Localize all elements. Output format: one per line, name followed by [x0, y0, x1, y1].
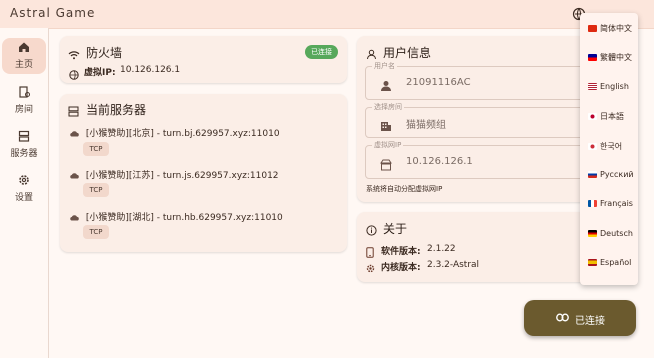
- servers-title: 当前服务器: [86, 103, 147, 117]
- room-icon: [2, 85, 46, 101]
- link-icon: [556, 313, 569, 325]
- language-menu: 简体中文 繁體中文 English 日本語 한국어 Русский França…: [580, 13, 638, 285]
- software-version-label: 软件版本:: [381, 247, 421, 257]
- username-field[interactable]: 用户名 21091116AC: [365, 61, 589, 100]
- flag-tw-icon: [588, 54, 597, 61]
- room-select[interactable]: 选择房间 猫猫频组: [365, 102, 589, 138]
- server-item: [小猴赞助][北京] - turn.bj.629957.xyz:11010: [69, 126, 280, 139]
- building-icon: [380, 117, 392, 131]
- server-name: [小猴赞助][北京] - turn.bj.629957.xyz:11010: [85, 129, 280, 139]
- about-title: 关于: [383, 222, 408, 236]
- virtual-ip-field-label: 虚拟网IP: [372, 140, 404, 150]
- room-label: 选择房间: [372, 102, 404, 112]
- lan-icon: [380, 156, 392, 171]
- sidebar-item-room[interactable]: 房间: [2, 83, 46, 119]
- username-label: 用户名: [372, 61, 397, 71]
- flag-us-icon: [588, 83, 597, 90]
- username-value: 21091116AC: [406, 77, 471, 88]
- sidebar-item-home[interactable]: 主页: [2, 38, 46, 74]
- person-icon: [380, 77, 392, 91]
- language-option-zh-tw[interactable]: 繁體中文: [588, 52, 632, 63]
- language-option-fr[interactable]: Français: [588, 199, 633, 208]
- cloud-icon: [70, 173, 79, 179]
- virtual-ip-label: 虚拟IP:: [84, 68, 116, 78]
- auto-ip-note: 系统将自动分配虚拟网IP: [366, 185, 443, 193]
- protocol-badge: TCP: [83, 142, 109, 156]
- language-option-zh-cn[interactable]: 简体中文: [588, 23, 632, 34]
- info-icon: [366, 221, 377, 240]
- cloud-icon: [70, 131, 79, 137]
- globe-icon: [69, 65, 79, 84]
- user-info-card: 用户信息 用户名 21091116AC 选择房间 猫猫频组 虚拟网IP 10.1…: [357, 36, 597, 202]
- protocol-badge: TCP: [83, 183, 109, 197]
- virtual-ip-field[interactable]: 虚拟网IP 10.126.126.1: [365, 140, 589, 179]
- status-badge: 已连接: [305, 45, 338, 59]
- server-icon: [68, 102, 79, 121]
- user-info-title: 用户信息: [383, 46, 432, 60]
- firewall-title: 防火墙: [86, 46, 123, 60]
- cloud-icon: [70, 215, 79, 221]
- sidebar-item-label: 设置: [14, 193, 33, 203]
- server-name: [小猴赞助][江苏] - turn.js.629957.xyz:11012: [85, 171, 279, 181]
- kernel-version-value: 2.3.2-Astral: [427, 260, 480, 270]
- wifi-icon: [68, 45, 80, 64]
- sidebar: 主页 房间 服务器 设置: [0, 28, 49, 358]
- flag-cn-icon: [588, 25, 597, 32]
- connect-button[interactable]: 已连接: [524, 300, 636, 336]
- virtual-ip-value: 10.126.126.1: [120, 65, 181, 75]
- flag-de-icon: [588, 230, 597, 237]
- virtual-ip-field-value: 10.126.126.1: [406, 156, 473, 167]
- firewall-card: 防火墙 已连接 虚拟IP: 10.126.126.1: [60, 36, 347, 83]
- flag-fr-icon: [588, 200, 597, 207]
- flag-kr-icon: [588, 143, 597, 150]
- servers-card: 当前服务器 [小猴赞助][北京] - turn.bj.629957.xyz:11…: [60, 94, 347, 252]
- server-item: [小猴赞助][湖北] - turn.hb.629957.xyz:11010: [69, 210, 283, 223]
- flag-ru-icon: [588, 171, 597, 178]
- app-title: Astral Game: [10, 6, 96, 20]
- sidebar-item-settings[interactable]: 设置: [2, 171, 46, 207]
- sidebar-item-label: 主页: [14, 60, 33, 70]
- flag-es-icon: [588, 259, 597, 266]
- connect-button-label: 已连接: [575, 316, 605, 327]
- server-name: [小猴赞助][湖北] - turn.hb.629957.xyz:11010: [85, 213, 283, 223]
- server-item: [小猴赞助][江苏] - turn.js.629957.xyz:11012: [69, 168, 279, 181]
- sidebar-item-label: 房间: [14, 105, 33, 115]
- about-card: 关于 软件版本: 2.1.22 内核版本: 2.3.2-Astral: [357, 212, 597, 282]
- language-option-es[interactable]: Español: [588, 258, 631, 267]
- kernel-icon: [365, 259, 376, 278]
- home-icon: [2, 40, 46, 56]
- language-option-ja[interactable]: 日本語: [588, 111, 624, 122]
- language-option-de[interactable]: Deutsch: [588, 229, 633, 238]
- flag-jp-icon: [588, 113, 597, 120]
- language-option-ru[interactable]: Русский: [588, 170, 634, 179]
- title-bar: Astral Game: [0, 0, 654, 29]
- sidebar-item-label: 服务器: [10, 149, 38, 159]
- server-icon: [2, 129, 46, 145]
- software-version-value: 2.1.22: [427, 244, 456, 254]
- protocol-badge: TCP: [83, 225, 109, 239]
- language-option-ko[interactable]: 한국어: [588, 141, 622, 152]
- kernel-version-label: 内核版本:: [381, 263, 421, 273]
- gear-icon: [2, 173, 46, 189]
- room-value: 猫猫频组: [406, 120, 446, 131]
- sidebar-item-servers[interactable]: 服务器: [2, 127, 46, 163]
- language-option-en[interactable]: English: [588, 82, 629, 91]
